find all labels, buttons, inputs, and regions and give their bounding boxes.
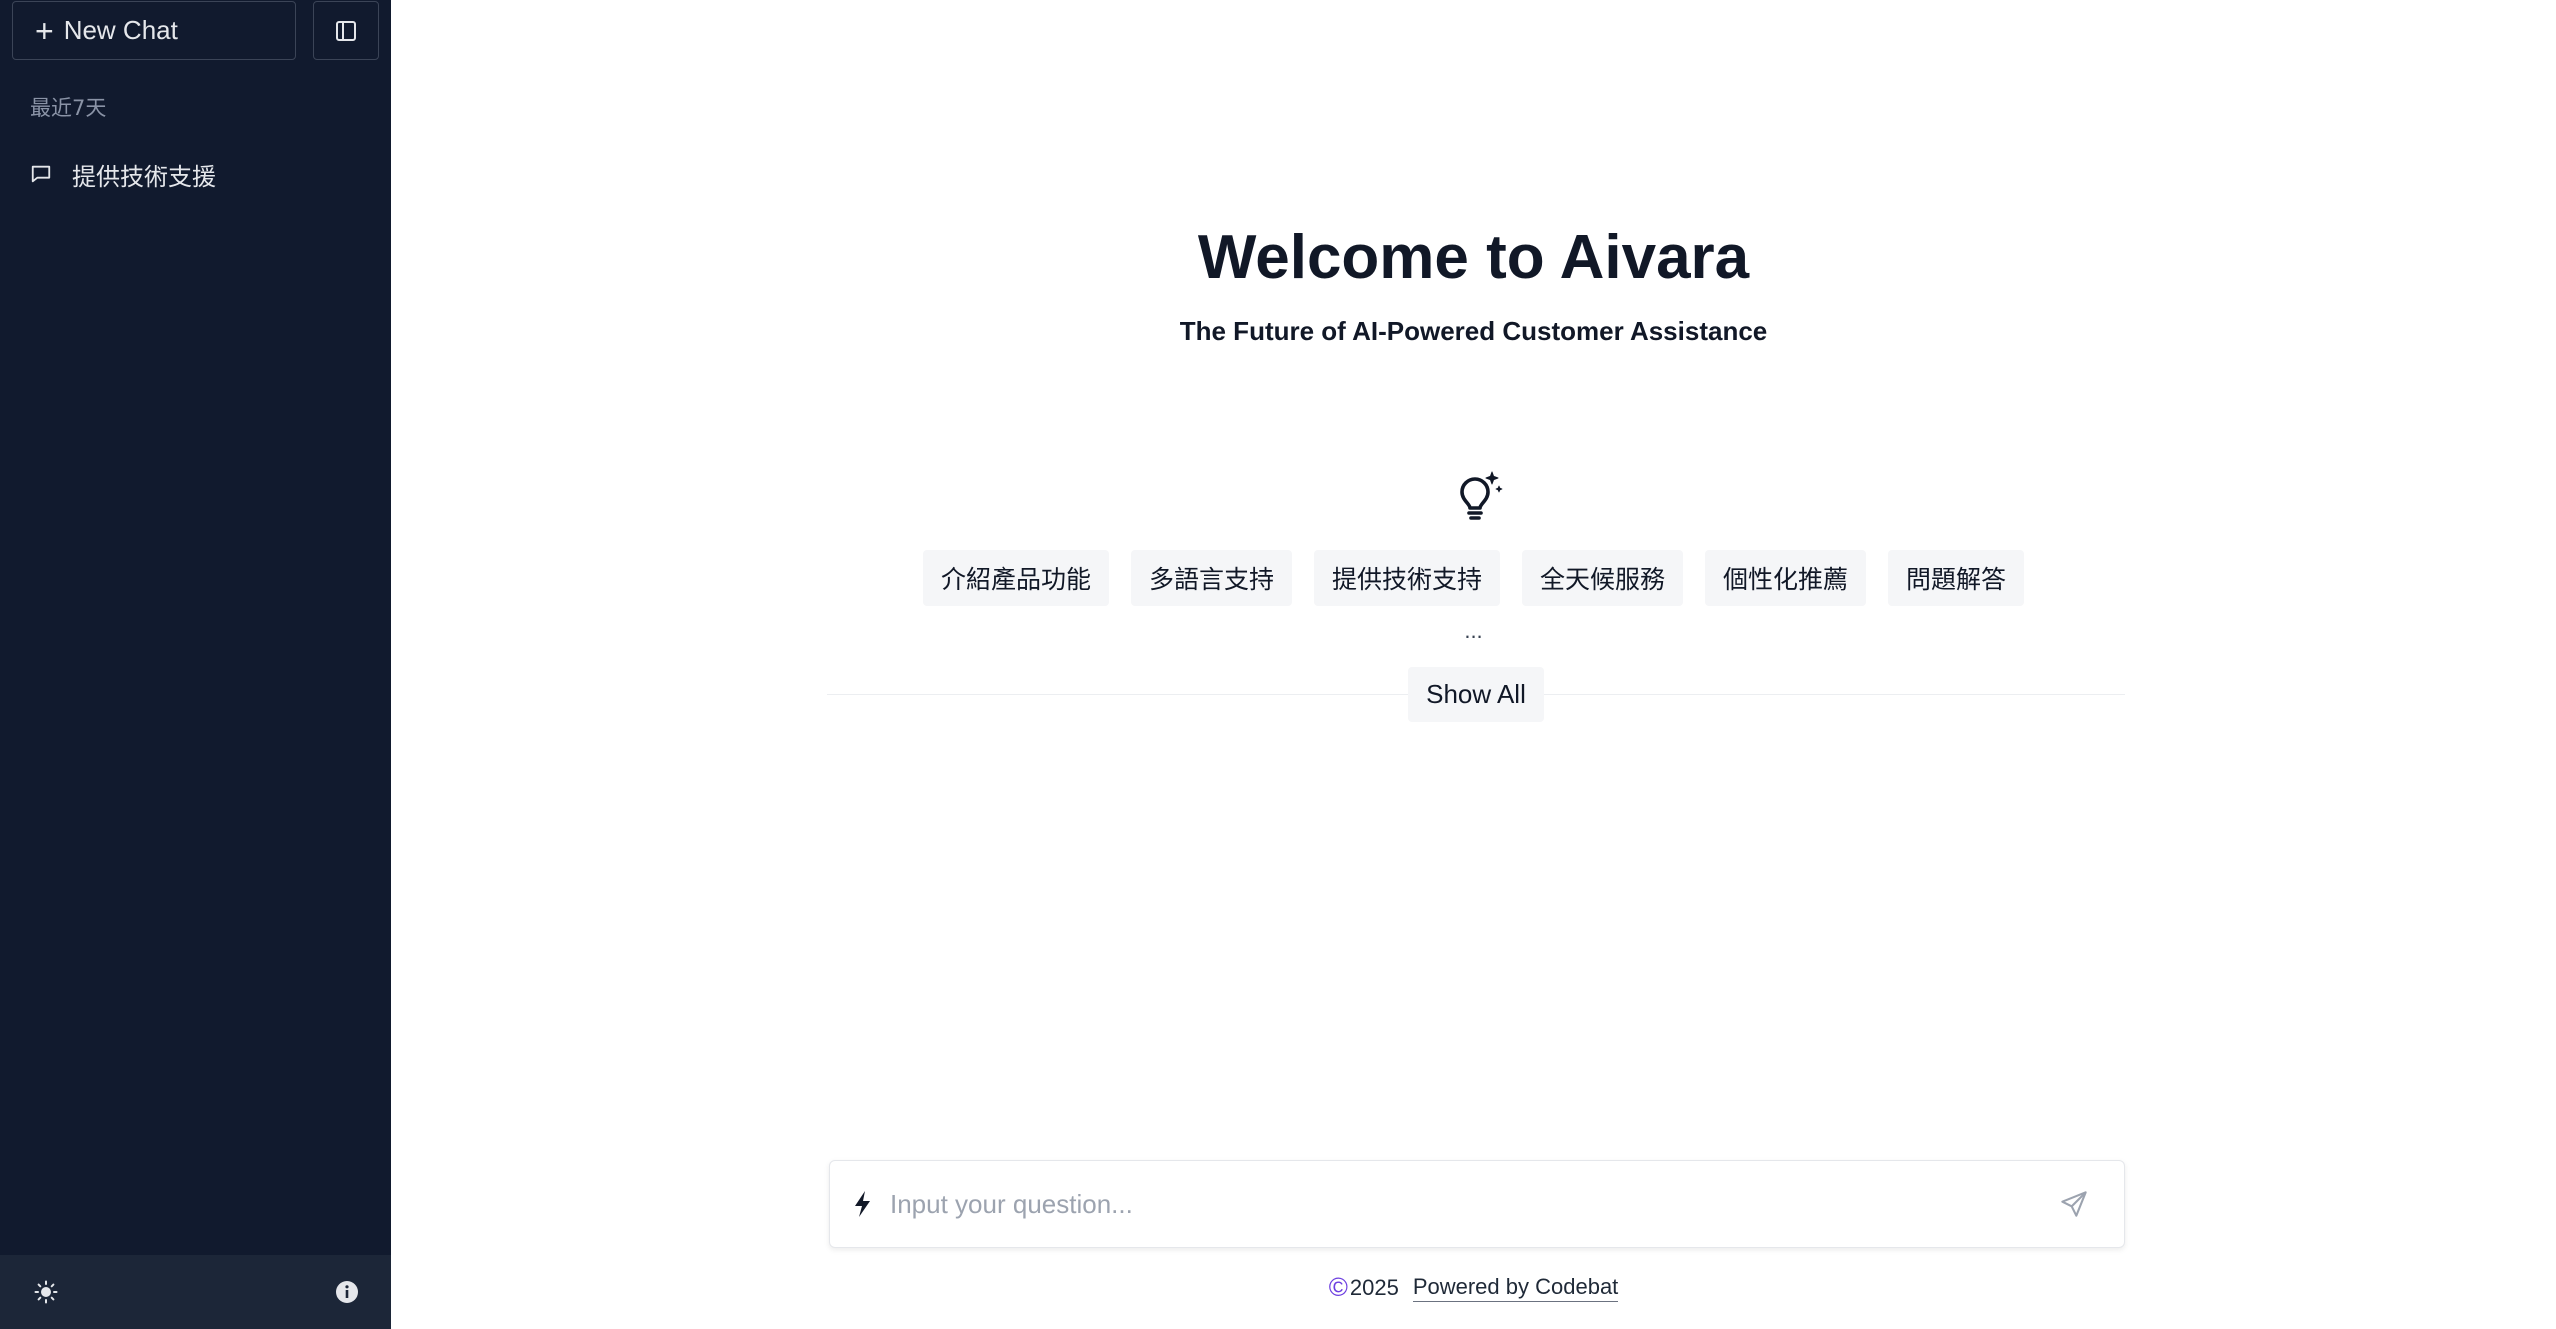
main-content: Welcome to Aivara The Future of AI-Power…	[391, 0, 2556, 1329]
suggestion-chips: 介紹產品功能 多語言支持 提供技術支持 全天候服務 個性化推薦 問題解答	[391, 550, 2556, 606]
suggestion-chip-qa[interactable]: 問題解答	[1888, 550, 2025, 606]
show-all-button[interactable]: Show All	[1408, 667, 1544, 722]
copyright-icon: ©	[1328, 1272, 1348, 1302]
sidebar: + New Chat 最近7天 提供技術支援	[0, 0, 391, 1329]
plus-icon: +	[35, 12, 54, 49]
app-root: + New Chat 最近7天 提供技術支援 Welcome to Aivara…	[0, 0, 2556, 1329]
suggestion-chip-personalized[interactable]: 個性化推薦	[1705, 550, 1867, 606]
history-item-label: 提供技術支援	[72, 162, 216, 191]
question-input-box	[829, 1160, 2125, 1248]
suggestion-chip-multilingual[interactable]: 多語言支持	[1130, 550, 1292, 606]
suggestion-chip-24-7-service[interactable]: 全天候服務	[1522, 550, 1684, 606]
toggle-sidebar-button[interactable]	[313, 1, 379, 60]
suggestion-chip-tech-support[interactable]: 提供技術支持	[1313, 550, 1500, 606]
suggestion-chip-product-features[interactable]: 介紹產品功能	[922, 550, 1109, 606]
recent-section-label: 最近7天	[30, 96, 107, 120]
history-item[interactable]: 提供技術支援	[12, 148, 378, 200]
welcome-subtitle: The Future of AI-Powered Customer Assist…	[1179, 316, 1768, 346]
new-chat-button[interactable]: + New Chat	[12, 1, 296, 60]
more-ellipsis: ...	[1464, 618, 1483, 643]
send-button[interactable]	[2054, 1184, 2094, 1224]
page-footer: © 2025 Powered by Codebat	[391, 1272, 2556, 1303]
sun-icon	[34, 1280, 58, 1304]
sidebar-footer	[0, 1255, 391, 1329]
send-icon	[2061, 1191, 2087, 1217]
question-input[interactable]	[890, 1188, 2054, 1220]
welcome-title: Welcome to Aivara	[1197, 223, 1750, 292]
theme-toggle-button[interactable]	[28, 1274, 64, 1310]
copyright-year: 2025	[1349, 1274, 1399, 1300]
powered-by-link[interactable]: Powered by Codebat	[1412, 1274, 1619, 1302]
info-button[interactable]	[329, 1274, 365, 1310]
sidebar-panel-icon	[336, 20, 356, 41]
lightbulb-sparkle-icon	[1460, 471, 1503, 520]
new-chat-label: New Chat	[63, 15, 178, 45]
lightning-bolt-icon	[855, 1191, 870, 1217]
chat-bubble-icon	[31, 165, 51, 183]
info-icon	[336, 1281, 358, 1303]
